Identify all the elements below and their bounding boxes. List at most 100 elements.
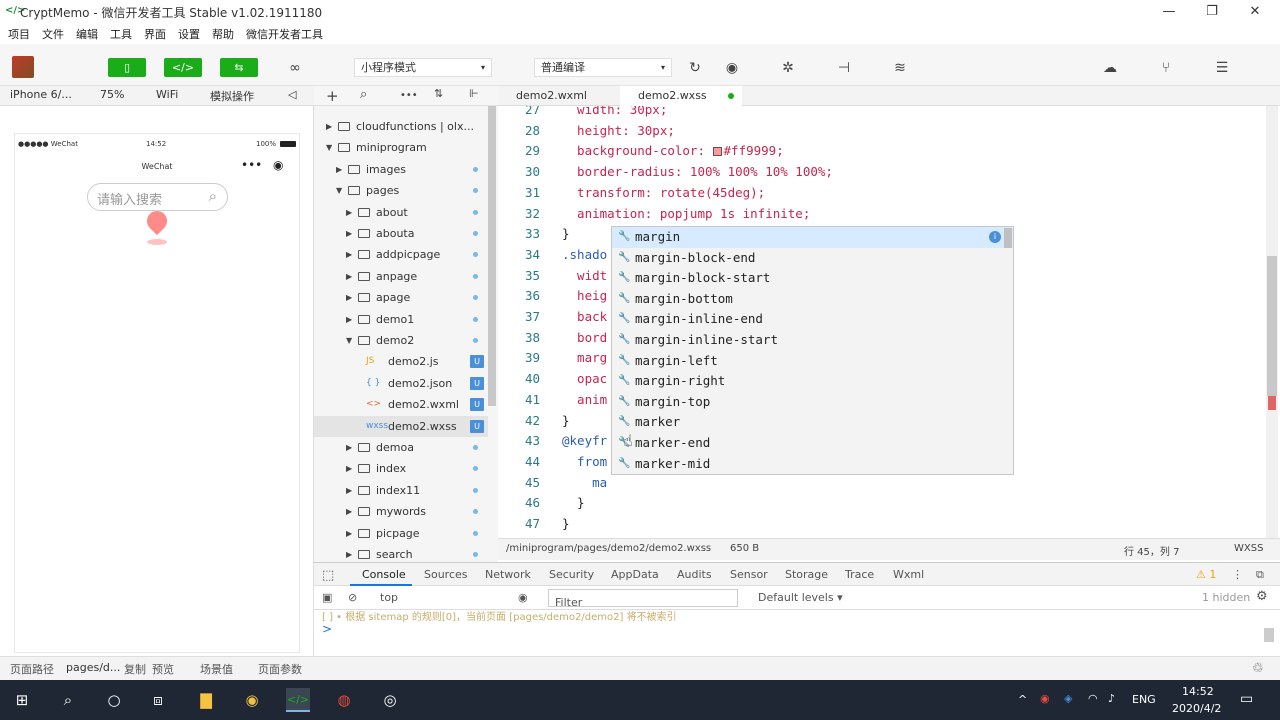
copy-link[interactable]: 复制 [124,661,146,677]
chevron-right-icon[interactable]: ▶ [346,480,352,501]
chevron-right-icon[interactable]: ▶ [346,501,352,522]
menu-help[interactable]: 帮助 [212,26,234,42]
code-line[interactable]: height: 30px; [562,123,675,138]
console-prompt[interactable]: > [322,622,332,636]
suggestion-item[interactable]: 🔧 margin-right [612,371,1013,392]
mode-select[interactable]: 小程序模式 ▾ [354,58,492,77]
console-scrollbar[interactable] [1264,628,1274,642]
background-icon[interactable]: ⊣ [830,58,858,78]
context-select[interactable]: top [380,591,398,604]
zoom-select[interactable]: 75% [100,88,124,101]
close-button[interactable]: ✕ [1240,2,1270,22]
log-levels-select[interactable]: Default levels ▾ [758,591,843,604]
cortana-icon[interactable]: ○ [102,688,126,712]
code-line[interactable]: } [562,495,585,510]
scroll-thumb[interactable] [1267,256,1277,396]
file-explorer-icon[interactable]: ▇ [194,688,218,712]
tree-item[interactable]: <> demo2.wxml U [314,394,488,415]
input-language[interactable]: ENG [1132,693,1156,706]
console-output[interactable]: [ ] • 根据 sitemap 的规则[0]，当前页面 [pages/demo… [314,610,1280,656]
suggestion-item[interactable]: 🔧 margin i [612,227,1013,248]
bell-icon[interactable]: ♲ [1252,661,1264,676]
tree-item[interactable]: ▶ picpage [314,523,488,544]
suggestion-item[interactable]: 🔧 marker-mid [612,454,1013,475]
chevron-right-icon[interactable]: ▶ [346,437,352,458]
compile-select[interactable]: 普通编译 ▾ [534,58,672,77]
search-icon[interactable]: ⌕ [56,688,80,712]
suggestion-item[interactable]: 🔧 margin-top [612,392,1013,413]
tree-item[interactable]: wxss demo2.wxss U [314,415,488,437]
tree-item[interactable]: ▶ index [314,458,488,479]
code-line[interactable]: } [562,226,570,241]
simulator-toggle-button[interactable]: ▯ [108,58,146,77]
menu-file[interactable]: 文件 [42,26,64,42]
mute-icon[interactable]: ◁ [288,88,296,101]
chevron-down-icon[interactable]: ▼ [346,330,352,351]
tree-item[interactable]: ▶ index11 [314,480,488,501]
warning-count[interactable]: ⚠ 1 [1196,568,1216,581]
chevron-right-icon[interactable]: ▶ [336,159,342,180]
maximize-button[interactable]: ❐ [1197,2,1227,22]
suggestion-item[interactable]: 🔧 margin-left [612,351,1013,372]
more-dots-icon[interactable]: ••• [241,158,262,172]
tree-item[interactable]: ▼ miniprogram [314,137,488,158]
suggestion-item[interactable]: 🔧 margin-inline-end [612,309,1013,330]
chevron-right-icon[interactable]: ▶ [346,223,352,244]
add-file-icon[interactable]: + [326,87,339,105]
tree-item[interactable]: ▶ images [314,159,488,180]
tray-shield-icon[interactable]: ◈ [1064,692,1072,705]
preview-link[interactable]: 预览 [152,661,174,677]
code-line[interactable]: anim [562,392,607,407]
windows-start-icon[interactable]: ⊞ [10,688,34,712]
suggestion-item[interactable]: 🔧 marker-end [612,433,1013,454]
tree-item[interactable]: ▶ mywords [314,501,488,522]
inspect-icon[interactable]: ⬚ [322,568,334,583]
suggestion-item[interactable]: 🔧 margin-block-end [612,248,1013,269]
tab-storage[interactable]: Storage [785,568,828,581]
tree-item[interactable]: ▼ pages [314,180,488,201]
tab-security[interactable]: Security [549,568,594,581]
chevron-right-icon[interactable]: ▶ [346,287,352,308]
code-line[interactable]: } [562,516,570,531]
menu-view[interactable]: 界面 [144,26,166,42]
obs-icon[interactable]: ◎ [378,688,402,712]
undock-icon[interactable]: ⧉ [1256,568,1264,582]
code-line[interactable]: border-radius: 100% 100% 10% 100%; [562,164,833,179]
tab-appdata[interactable]: AppData [611,568,659,581]
chevron-right-icon[interactable]: ▶ [346,544,352,562]
code-line[interactable]: width: 30px; [562,106,667,117]
menu-tools[interactable]: 工具 [110,26,132,42]
debug-bug-icon[interactable]: ✲ [774,58,802,78]
autocomplete-scrollbar[interactable] [1004,228,1012,248]
tree-item[interactable]: ▶ search [314,544,488,562]
network-select[interactable]: WiFi [156,88,178,101]
tree-item[interactable]: ▼ demo2 [314,330,488,351]
color-swatch-icon[interactable] [712,147,722,157]
version-branch-icon[interactable]: ⑂ [1152,58,1180,78]
code-line[interactable]: @keyfr [562,433,607,448]
code-line[interactable]: back [562,309,607,324]
chevron-right-icon[interactable]: ▶ [346,244,352,265]
volume-icon[interactable]: ♪ [1108,692,1115,705]
chevron-right-icon[interactable]: ▶ [346,458,352,479]
code-line[interactable]: widt [562,268,607,283]
tab-sources[interactable]: Sources [424,568,468,581]
chrome-icon[interactable]: ◉ [240,688,264,712]
eye-icon[interactable]: ◉ [518,591,528,604]
tree-item[interactable]: { } demo2.json U [314,373,488,394]
chevron-right-icon[interactable]: ▶ [346,202,352,223]
minimize-button[interactable]: — [1154,2,1184,22]
code-line[interactable]: ma [562,475,607,490]
filter-input[interactable]: Filter [548,589,738,609]
tab-demo2-wxss[interactable]: demo2.wxss [620,86,742,106]
menu-devtools[interactable]: 微信开发者工具 [246,26,323,42]
console-settings-icon[interactable]: ⚙ [1256,589,1268,604]
tree-item[interactable]: ▶ abouta [314,223,488,244]
chevron-right-icon[interactable]: ▶ [346,309,352,330]
code-line[interactable]: marg [562,350,607,365]
editor-toggle-button[interactable]: </> [164,58,202,77]
clear-console-icon[interactable]: ⊘ [348,591,357,604]
details-menu-icon[interactable]: ☰ [1208,58,1236,78]
code-line[interactable]: bord [562,330,607,345]
tree-item[interactable]: ▶ about [314,202,488,223]
